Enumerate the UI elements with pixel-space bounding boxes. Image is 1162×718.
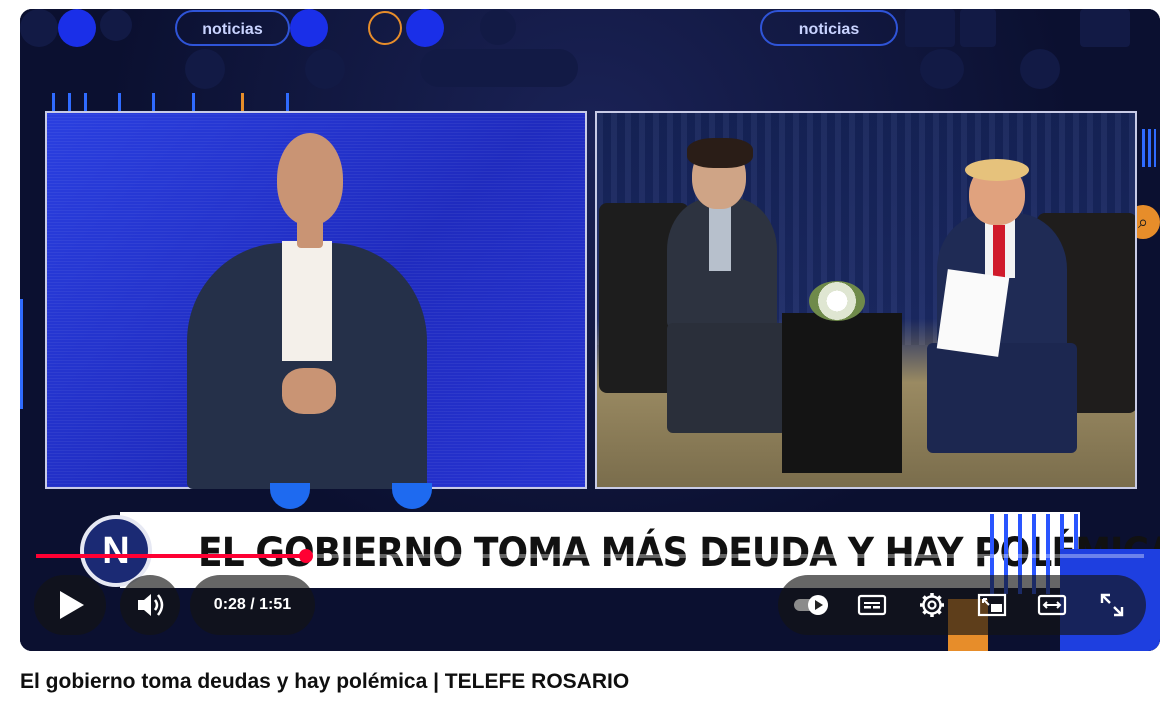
decor-line bbox=[1142, 129, 1156, 167]
seated-man-right bbox=[927, 159, 1107, 473]
decor-tick bbox=[84, 93, 87, 111]
decor-block bbox=[1080, 9, 1130, 47]
video-player[interactable]: noticias noticias ⌕ EL GOBIERNO TOMA MÁS… bbox=[20, 9, 1160, 651]
decor-block bbox=[960, 9, 996, 47]
fullscreen-icon bbox=[1100, 593, 1124, 617]
presenter-figure bbox=[187, 113, 447, 489]
decor-block bbox=[905, 9, 955, 47]
video-title: El gobierno toma deudas y hay polémica |… bbox=[20, 670, 630, 693]
miniplayer-button[interactable] bbox=[972, 589, 1012, 621]
theater-mode-icon bbox=[1037, 594, 1067, 616]
decor-line bbox=[20, 299, 23, 409]
decor-tick bbox=[68, 93, 71, 111]
decor-tick bbox=[192, 93, 195, 111]
decor-tick bbox=[286, 93, 289, 111]
volume-button[interactable] bbox=[120, 575, 180, 635]
decor-dot bbox=[20, 9, 58, 47]
decor-tick bbox=[52, 93, 55, 111]
flower-vase bbox=[809, 281, 865, 321]
gear-icon bbox=[920, 593, 944, 617]
subtitles-button[interactable] bbox=[852, 589, 892, 621]
theater-mode-button[interactable] bbox=[1032, 589, 1072, 621]
decor-dot bbox=[406, 9, 444, 47]
fullscreen-button[interactable] bbox=[1092, 589, 1132, 621]
meeting-photo-panel bbox=[595, 111, 1137, 489]
decor-tick bbox=[152, 93, 155, 111]
decor-pill bbox=[420, 49, 578, 87]
decor-dot bbox=[920, 49, 964, 89]
time-display: 0:28 / 1:51 bbox=[190, 575, 315, 635]
news-tag-right: noticias bbox=[760, 10, 898, 46]
play-icon bbox=[60, 591, 84, 619]
autoplay-toggle[interactable] bbox=[790, 589, 834, 621]
presenter-panel bbox=[45, 111, 587, 489]
decor-dot bbox=[58, 9, 96, 47]
seated-man-left bbox=[657, 133, 787, 463]
decor-tick bbox=[241, 93, 244, 111]
news-tag-left: noticias bbox=[175, 10, 290, 46]
settings-button[interactable] bbox=[912, 589, 952, 621]
decor-ring bbox=[368, 11, 402, 45]
decor-dot bbox=[290, 9, 328, 47]
subtitles-icon bbox=[857, 594, 887, 616]
decor-dot bbox=[185, 49, 225, 89]
play-button[interactable] bbox=[34, 575, 106, 635]
decor-dot bbox=[480, 9, 516, 45]
volume-icon bbox=[138, 594, 164, 616]
miniplayer-icon bbox=[977, 593, 1007, 617]
side-table bbox=[782, 313, 902, 473]
decor-dot bbox=[1020, 49, 1060, 89]
decor-dot bbox=[100, 9, 132, 41]
autoplay-toggle-icon bbox=[794, 595, 828, 615]
progress-played bbox=[36, 554, 307, 558]
decor-dot bbox=[305, 49, 345, 89]
decor-tick bbox=[118, 93, 121, 111]
